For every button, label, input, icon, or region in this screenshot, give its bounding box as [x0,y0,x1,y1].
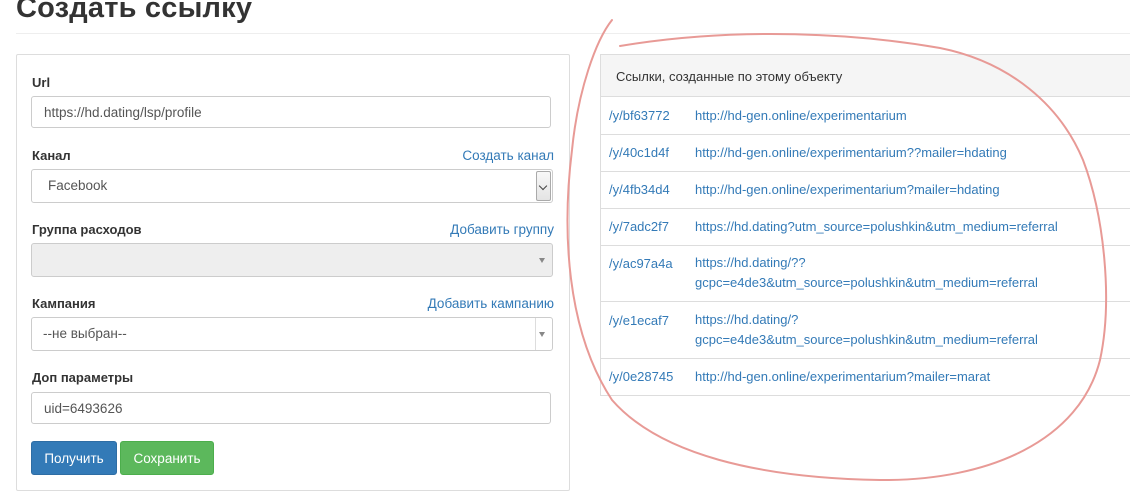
url-label-row: Url [32,73,554,91]
link-row: /y/ac97a4a https://hd.dating/??gcpc=e4de… [601,246,1130,302]
get-button[interactable]: Получить [31,441,117,475]
channel-select[interactable]: Facebook [31,169,553,203]
campaign-select[interactable]: --не выбран-- [31,317,553,351]
add-campaign-link[interactable]: Добавить кампанию [428,296,554,311]
extra-params-label: Доп параметры [32,369,134,385]
link-row: /y/bf63772 http://hd-gen.online/experime… [601,97,1130,135]
campaign-label: Кампания [32,295,96,311]
select-divider [535,318,536,350]
short-link[interactable]: /y/40c1d4f [609,145,669,160]
caret-down-icon [539,258,545,263]
created-links-panel: Ссылки, созданные по этому объекту /y/bf… [600,54,1130,396]
extra-params-input[interactable] [31,392,551,424]
short-link[interactable]: /y/bf63772 [609,108,670,123]
link-row: /y/7adc2f7 https://hd.dating?utm_source=… [601,209,1130,246]
extra-params-label-row: Доп параметры [32,368,554,386]
target-link[interactable]: https://hd.dating?utm_source=polushkin&u… [695,217,1095,237]
channel-select-value: Facebook [48,178,108,193]
short-link[interactable]: /y/7adc2f7 [609,219,669,234]
add-group-link[interactable]: Добавить группу [450,222,554,237]
campaign-select-value: --не выбран-- [43,326,127,341]
url-input[interactable] [31,96,551,128]
create-channel-link[interactable]: Создать канал [462,148,554,163]
expense-group-label: Группа расходов [32,221,142,237]
target-link[interactable]: http://hd-gen.online/experimentarium [695,106,1095,126]
link-row: /y/40c1d4f http://hd-gen.online/experime… [601,135,1130,172]
chevron-down-icon[interactable] [536,171,551,201]
target-link[interactable]: https://hd.dating/?gcpc=e4de3&utm_source… [695,310,1055,350]
channel-label: Канал [32,147,71,163]
target-link[interactable]: https://hd.dating/??gcpc=e4de3&utm_sourc… [695,253,1055,293]
link-row: /y/0e28745 http://hd-gen.online/experime… [601,359,1130,396]
target-link[interactable]: http://hd-gen.online/experimentarium?mai… [695,180,1095,200]
link-row: /y/e1ecaf7 https://hd.dating/?gcpc=e4de3… [601,302,1130,359]
title-divider [16,33,1130,34]
links-panel-header: Ссылки, созданные по этому объекту [601,55,1130,97]
page-title: Создать ссылку [16,0,253,24]
link-row: /y/4fb34d4 http://hd-gen.online/experime… [601,172,1130,209]
target-link[interactable]: http://hd-gen.online/experimentarium??ma… [695,143,1095,163]
short-link[interactable]: /y/0e28745 [609,369,673,384]
target-link[interactable]: http://hd-gen.online/experimentarium?mai… [695,367,1095,387]
url-label: Url [32,74,51,90]
short-link[interactable]: /y/e1ecaf7 [609,313,669,328]
channel-label-row: Канал Создать канал [32,146,554,164]
create-link-form: Url Канал Создать канал Facebook Группа … [16,54,570,491]
short-link[interactable]: /y/ac97a4a [609,256,673,271]
caret-down-icon [539,332,545,337]
short-link[interactable]: /y/4fb34d4 [609,182,670,197]
links-panel-title: Ссылки, созданные по этому объекту [616,69,843,84]
save-button[interactable]: Сохранить [120,441,214,475]
campaign-label-row: Кампания Добавить кампанию [32,294,554,312]
expense-group-label-row: Группа расходов Добавить группу [32,220,554,238]
expense-group-select[interactable] [31,243,553,277]
